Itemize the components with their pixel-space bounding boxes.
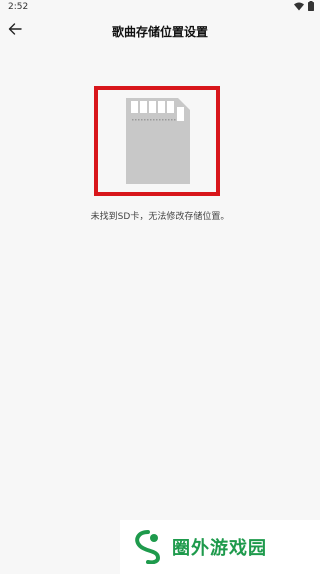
status-time: 2:52 xyxy=(8,2,29,12)
page-title: 歌曲存储位置设置 xyxy=(111,25,208,39)
wifi-icon xyxy=(294,2,304,10)
status-icons xyxy=(294,1,314,11)
watermark: 圈外游戏园 xyxy=(120,520,320,574)
sd-card-highlight xyxy=(94,86,220,196)
app-bar: 歌曲存储位置设置 xyxy=(0,14,320,48)
sd-card-icon xyxy=(126,98,190,184)
watermark-text: 圈外游戏园 xyxy=(172,538,267,559)
no-sd-card-message: 未找到SD卡，无法修改存储位置。 xyxy=(90,212,230,222)
status-bar: 2:52 xyxy=(0,0,320,14)
watermark-logo-icon xyxy=(135,530,161,564)
battery-icon xyxy=(308,1,314,11)
